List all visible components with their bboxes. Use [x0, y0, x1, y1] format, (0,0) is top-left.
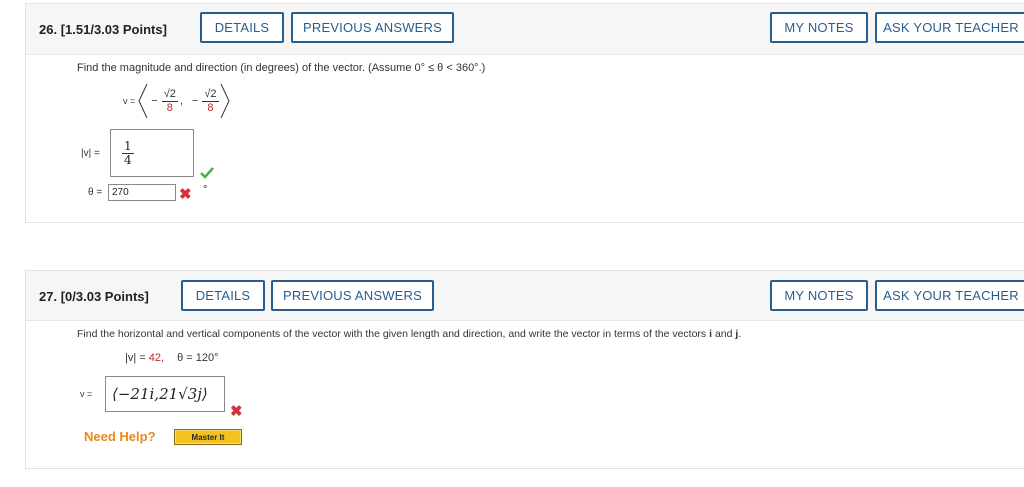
- vector-answer-box[interactable]: ⟨−21i,21√3j⟩: [105, 376, 225, 412]
- question-26-title: 26. [1.51/3.03 Points]: [39, 22, 167, 37]
- magnitude-fraction: 1 4: [122, 138, 134, 167]
- degree-unit: °: [203, 184, 208, 196]
- question-points: [0/3.03 Points]: [60, 289, 149, 304]
- previous-answers-button[interactable]: PREVIOUS ANSWERS: [271, 280, 434, 311]
- question-26-panel: 26. [1.51/3.03 Points] DETAILS PREVIOUS …: [25, 3, 1024, 223]
- vector-expression: v = − √2 8 , − √2 8: [123, 81, 230, 121]
- question-number: 26.: [39, 22, 58, 37]
- component-2-sign: −: [191, 95, 199, 107]
- question-prompt: Find the magnitude and direction (in deg…: [77, 62, 486, 74]
- question-26-header: 26. [1.51/3.03 Points] DETAILS PREVIOUS …: [26, 4, 1024, 55]
- my-notes-button[interactable]: MY NOTES: [770, 12, 868, 43]
- vector-lhs: v =: [123, 96, 136, 106]
- magnitude-label: |v| =: [81, 148, 100, 159]
- component-1-fraction: √2 8: [161, 87, 178, 115]
- prompt-and: and: [714, 328, 733, 340]
- component-2-numerator: √2: [202, 87, 219, 102]
- previous-answers-button[interactable]: PREVIOUS ANSWERS: [291, 12, 454, 43]
- question-27-header: 27. [0/3.03 Points] DETAILS PREVIOUS ANS…: [26, 271, 1024, 321]
- question-prompt: Find the horizontal and vertical compone…: [77, 328, 741, 340]
- given-values: |v| = 42, θ = 120°: [125, 352, 219, 364]
- comma: ,: [179, 95, 183, 107]
- master-it-button[interactable]: Master It: [174, 429, 242, 445]
- question-points: [1.51/3.03 Points]: [60, 22, 167, 37]
- magnitude-denominator: 4: [124, 152, 132, 167]
- details-button[interactable]: DETAILS: [200, 12, 284, 43]
- component-2-denominator: 8: [207, 101, 214, 114]
- prompt-end: .: [738, 328, 742, 340]
- correct-check-icon: [200, 167, 214, 179]
- incorrect-x-icon: ✖: [179, 186, 192, 203]
- incorrect-x-icon: ✖: [230, 403, 243, 420]
- given-theta: θ = 120°: [177, 352, 219, 364]
- theta-label: θ =: [88, 187, 103, 198]
- my-notes-button[interactable]: MY NOTES: [770, 280, 868, 311]
- ask-your-teacher-button[interactable]: ASK YOUR TEACHER: [875, 12, 1024, 43]
- magnitude-numerator: 1: [122, 138, 134, 154]
- answer-lhs: v =: [80, 389, 93, 399]
- theta-input[interactable]: 270: [108, 184, 176, 201]
- prompt-text: Find the horizontal and vertical compone…: [77, 328, 707, 340]
- component-1-denominator: 8: [166, 101, 173, 114]
- component-1-sign: −: [151, 95, 158, 107]
- left-angle-bracket-icon: [138, 83, 148, 119]
- question-27-title: 27. [0/3.03 Points]: [39, 289, 149, 304]
- vector-i: i: [709, 328, 713, 340]
- component-2-fraction: √2 8: [202, 87, 219, 115]
- need-help-label: Need Help?: [84, 429, 156, 444]
- details-button[interactable]: DETAILS: [181, 280, 265, 311]
- given-magnitude-label: |v| =: [125, 352, 146, 364]
- right-angle-bracket-icon: [220, 83, 230, 119]
- given-magnitude-value: 42,: [148, 352, 165, 364]
- ask-your-teacher-button[interactable]: ASK YOUR TEACHER: [875, 280, 1024, 311]
- magnitude-answer-box[interactable]: 1 4: [110, 129, 194, 177]
- component-1-numerator: √2: [161, 87, 178, 102]
- question-27-panel: 27. [0/3.03 Points] DETAILS PREVIOUS ANS…: [25, 270, 1024, 469]
- question-number: 27.: [39, 289, 58, 304]
